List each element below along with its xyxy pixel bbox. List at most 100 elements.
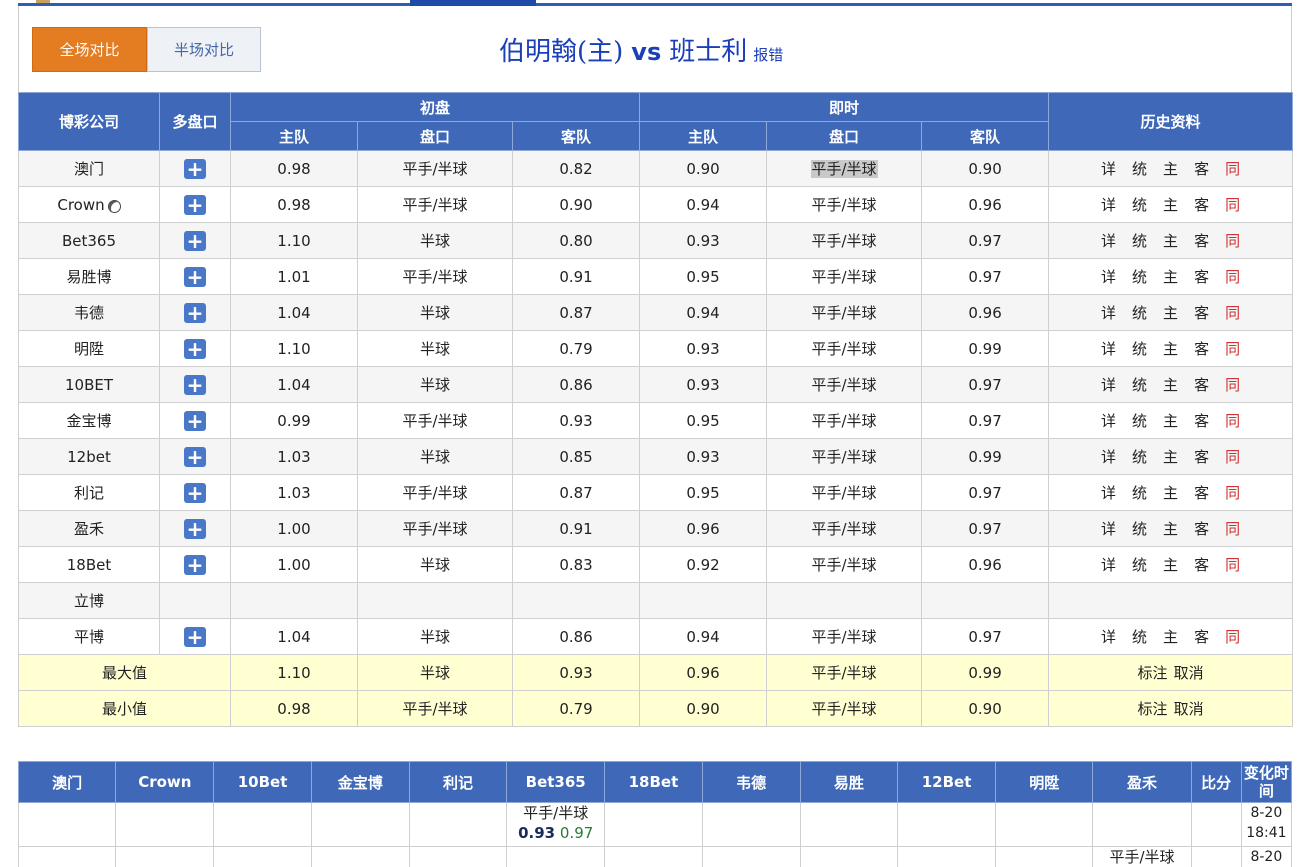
col-live-line: 盘口 bbox=[766, 121, 923, 151]
history-link[interactable]: 统 bbox=[1132, 446, 1147, 467]
history-link[interactable]: 详 bbox=[1101, 194, 1116, 215]
history-link[interactable]: 详 bbox=[1101, 446, 1116, 467]
change-col-header: 10Bet bbox=[213, 761, 312, 803]
plus-icon[interactable]: + bbox=[184, 374, 206, 395]
history-link[interactable]: 详 bbox=[1101, 302, 1116, 323]
plus-icon[interactable]: + bbox=[184, 158, 206, 179]
plus-icon[interactable]: + bbox=[184, 626, 206, 647]
history-link[interactable]: 主 bbox=[1163, 518, 1178, 539]
history-link[interactable]: 同 bbox=[1225, 266, 1240, 287]
history-link[interactable]: 统 bbox=[1132, 554, 1147, 575]
history-link[interactable]: 主 bbox=[1163, 446, 1178, 467]
history-link[interactable]: 详 bbox=[1101, 266, 1116, 287]
history-link[interactable]: 客 bbox=[1194, 626, 1209, 647]
plus-icon[interactable]: + bbox=[184, 446, 206, 467]
cancel-link[interactable]: 取消 bbox=[1174, 664, 1204, 682]
history-link[interactable]: 同 bbox=[1225, 338, 1240, 359]
history-link[interactable]: 统 bbox=[1132, 266, 1147, 287]
history-link[interactable]: 同 bbox=[1225, 518, 1240, 539]
history-link[interactable]: 主 bbox=[1163, 554, 1178, 575]
change-col-header: 盈禾 bbox=[1092, 761, 1192, 803]
mark-link[interactable]: 标注 bbox=[1138, 664, 1168, 682]
history-link[interactable]: 主 bbox=[1163, 410, 1178, 431]
history-link[interactable]: 统 bbox=[1132, 626, 1147, 647]
col-history: 历史资料 bbox=[1048, 92, 1294, 151]
cancel-link[interactable]: 取消 bbox=[1174, 700, 1204, 718]
init-away: 0.86 bbox=[511, 366, 641, 403]
history-link[interactable]: 统 bbox=[1132, 302, 1147, 323]
history-link[interactable]: 客 bbox=[1194, 410, 1209, 431]
history-link[interactable]: 同 bbox=[1225, 158, 1240, 179]
tab-half-match[interactable]: 半场对比 bbox=[147, 27, 261, 72]
history-link[interactable]: 主 bbox=[1163, 266, 1178, 287]
report-error-link[interactable]: 报错 bbox=[753, 46, 783, 64]
history-link[interactable]: 主 bbox=[1163, 194, 1178, 215]
plus-icon[interactable]: + bbox=[184, 302, 206, 323]
history-link[interactable]: 详 bbox=[1101, 554, 1116, 575]
history-link[interactable]: 客 bbox=[1194, 338, 1209, 359]
history-link[interactable]: 同 bbox=[1225, 302, 1240, 323]
company-name: Bet365 bbox=[18, 222, 160, 259]
history-link[interactable]: 客 bbox=[1194, 266, 1209, 287]
history-link[interactable]: 主 bbox=[1163, 338, 1178, 359]
history-link[interactable]: 主 bbox=[1163, 230, 1178, 251]
history-link[interactable]: 主 bbox=[1163, 482, 1178, 503]
history-link[interactable]: 客 bbox=[1194, 446, 1209, 467]
live-home: 0.94 bbox=[639, 186, 768, 223]
history-link[interactable]: 客 bbox=[1194, 158, 1209, 179]
history-link[interactable]: 同 bbox=[1225, 446, 1240, 467]
odds-change-table: 澳门 Crown 10Bet 金宝博 利记 Bet365 18Bet 韦德 易胜 12Bet 明陞盈… bbox=[17, 761, 1293, 867]
min-init-line: 平手/半球 bbox=[357, 690, 513, 727]
plus-icon[interactable]: + bbox=[184, 410, 206, 431]
init-line: 平手/半球 bbox=[357, 186, 513, 223]
company-label: 盈禾 bbox=[73, 520, 104, 538]
plus-icon[interactable]: + bbox=[184, 482, 206, 503]
history-link[interactable]: 主 bbox=[1163, 374, 1178, 395]
live-line-value: 平手/半球 bbox=[811, 448, 877, 466]
history-link[interactable]: 客 bbox=[1194, 230, 1209, 251]
history-link[interactable]: 统 bbox=[1132, 518, 1147, 539]
history-link[interactable]: 客 bbox=[1194, 194, 1209, 215]
history-link[interactable]: 统 bbox=[1132, 482, 1147, 503]
history-link[interactable]: 客 bbox=[1194, 374, 1209, 395]
history-link[interactable]: 统 bbox=[1132, 374, 1147, 395]
plus-icon[interactable]: + bbox=[184, 230, 206, 251]
history-link[interactable]: 统 bbox=[1132, 158, 1147, 179]
plus-icon[interactable]: + bbox=[184, 266, 206, 287]
history-link[interactable]: 详 bbox=[1101, 230, 1116, 251]
history-link[interactable]: 详 bbox=[1101, 482, 1116, 503]
history-link[interactable]: 同 bbox=[1225, 482, 1240, 503]
history-link[interactable]: 客 bbox=[1194, 482, 1209, 503]
history-link[interactable]: 同 bbox=[1225, 554, 1240, 575]
history-link[interactable]: 主 bbox=[1163, 626, 1178, 647]
history-link[interactable]: 统 bbox=[1132, 230, 1147, 251]
history-link[interactable]: 同 bbox=[1225, 410, 1240, 431]
plus-icon[interactable]: + bbox=[184, 194, 206, 215]
history-link[interactable]: 详 bbox=[1101, 338, 1116, 359]
tab-full-match[interactable]: 全场对比 bbox=[32, 27, 147, 72]
history-link[interactable]: 详 bbox=[1101, 410, 1116, 431]
history-link[interactable]: 详 bbox=[1101, 374, 1116, 395]
home-team: 伯明翰(主) bbox=[499, 37, 624, 67]
history-link[interactable]: 客 bbox=[1194, 554, 1209, 575]
history-link[interactable]: 详 bbox=[1101, 518, 1116, 539]
history-link[interactable]: 同 bbox=[1225, 626, 1240, 647]
mark-link[interactable]: 标注 bbox=[1138, 700, 1168, 718]
history-link[interactable]: 详 bbox=[1101, 626, 1116, 647]
history-link[interactable]: 同 bbox=[1225, 374, 1240, 395]
history-link[interactable]: 客 bbox=[1194, 518, 1209, 539]
history-link[interactable]: 统 bbox=[1132, 194, 1147, 215]
history-link[interactable]: 同 bbox=[1225, 230, 1240, 251]
history-link[interactable]: 主 bbox=[1163, 158, 1178, 179]
history-link[interactable]: 统 bbox=[1132, 410, 1147, 431]
history-link[interactable]: 同 bbox=[1225, 194, 1240, 215]
plus-icon[interactable]: + bbox=[184, 518, 206, 539]
history-link[interactable]: 主 bbox=[1163, 302, 1178, 323]
plus-icon[interactable]: + bbox=[184, 554, 206, 575]
history-link[interactable]: 详 bbox=[1101, 158, 1116, 179]
live-away: 0.97 bbox=[921, 366, 1050, 403]
history-link[interactable]: 统 bbox=[1132, 338, 1147, 359]
plus-icon[interactable]: + bbox=[184, 338, 206, 359]
change-away-odds: 0.97 bbox=[559, 824, 594, 842]
history-link[interactable]: 客 bbox=[1194, 302, 1209, 323]
